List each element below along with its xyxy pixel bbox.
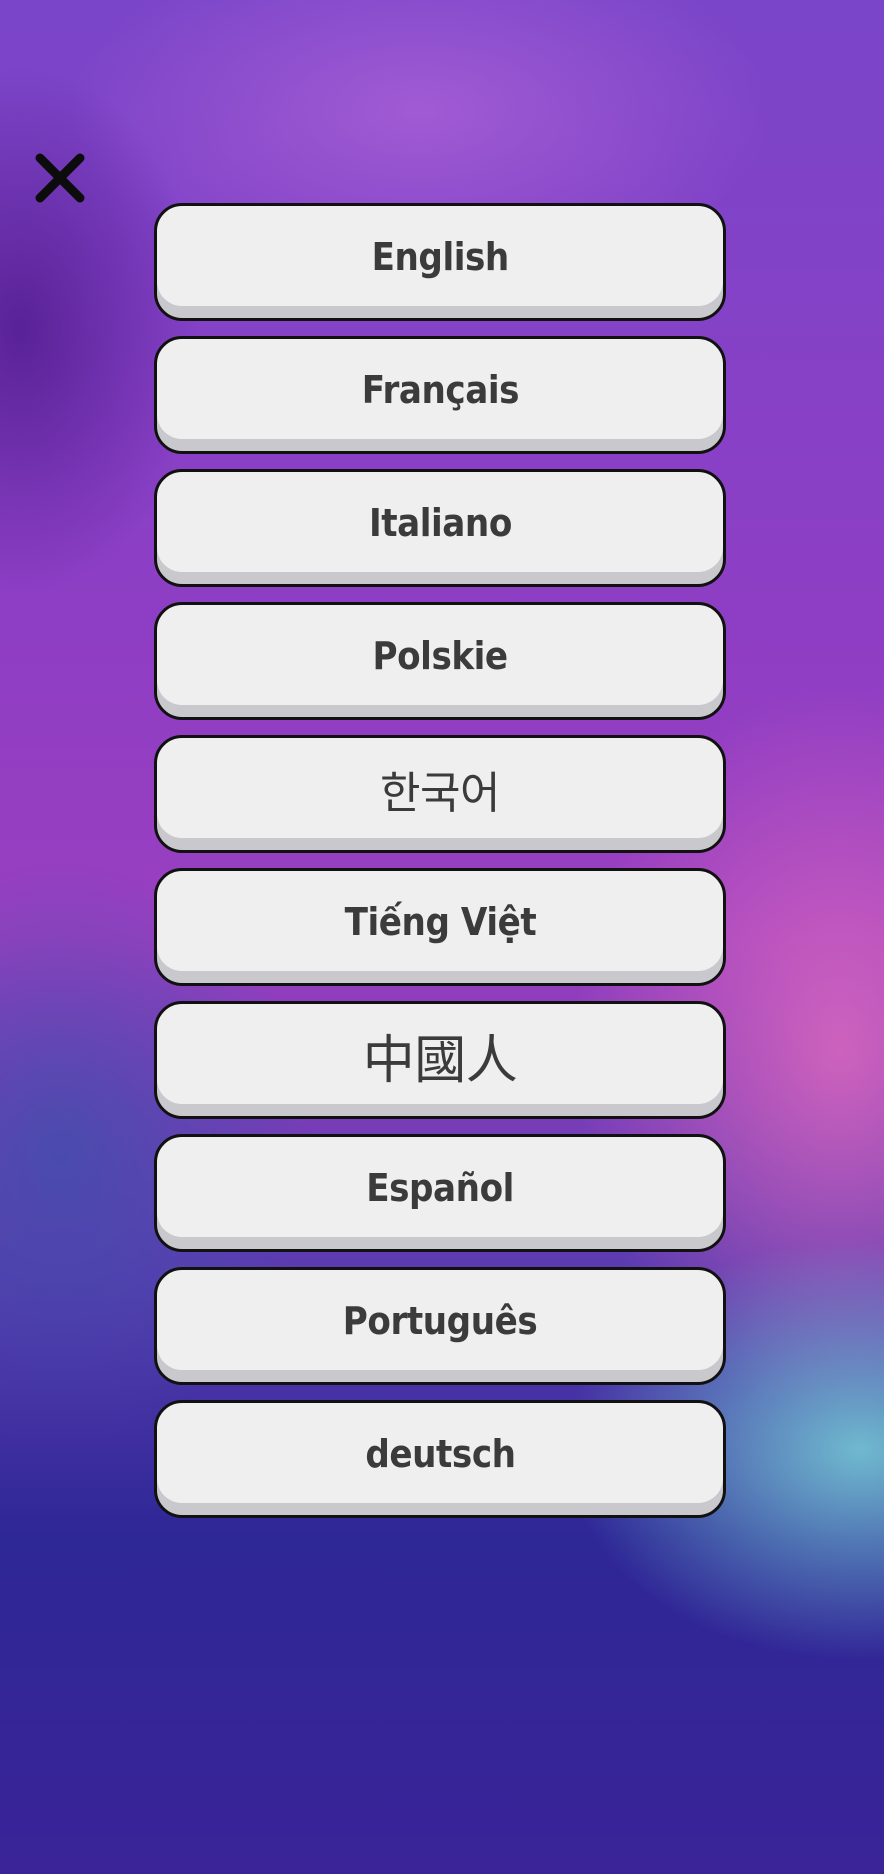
- language-button-english[interactable]: English: [154, 203, 726, 321]
- close-icon: [35, 153, 85, 203]
- language-label: deutsch: [364, 1432, 516, 1476]
- language-label: Français: [361, 368, 519, 412]
- language-button-german[interactable]: deutsch: [154, 1400, 726, 1518]
- language-button-spanish[interactable]: Español: [154, 1134, 726, 1252]
- language-label: 中國人: [362, 1030, 518, 1091]
- language-button-korean[interactable]: 한국어: [154, 735, 726, 853]
- language-label: Italiano: [368, 501, 512, 545]
- language-button-french[interactable]: Français: [154, 336, 726, 454]
- language-label: English: [371, 235, 509, 279]
- close-button[interactable]: [34, 152, 86, 204]
- language-button-portuguese[interactable]: Português: [154, 1267, 726, 1385]
- language-button-italian[interactable]: Italiano: [154, 469, 726, 587]
- language-label: Tiếng Việt: [344, 900, 536, 944]
- language-button-polish[interactable]: Polskie: [154, 602, 726, 720]
- language-label: 한국어: [380, 768, 500, 819]
- language-button-chinese[interactable]: 中國人: [154, 1001, 726, 1119]
- language-list[interactable]: English Français Italiano Polskie 한국어 Ti…: [154, 203, 734, 1520]
- language-button-vietnamese[interactable]: Tiếng Việt: [154, 868, 726, 986]
- language-label: Polskie: [372, 634, 508, 678]
- language-label: Español: [366, 1166, 514, 1210]
- language-label: Português: [342, 1299, 538, 1343]
